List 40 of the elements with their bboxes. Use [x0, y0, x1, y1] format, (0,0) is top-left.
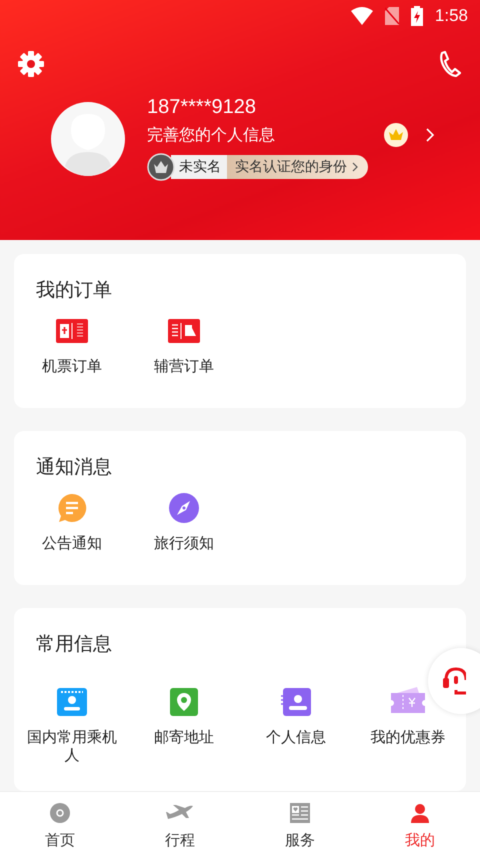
menu-item-label[interactable]: 邮寄地址 — [134, 728, 234, 746]
nav-tab[interactable]: 我的 — [360, 792, 480, 853]
menu-item-label[interactable]: 辅营订单 — [134, 357, 234, 375]
avatar-silhouette[interactable] — [51, 102, 125, 176]
headset-icon — [442, 666, 466, 696]
ticket-icon[interactable] — [56, 319, 88, 343]
settings-icon[interactable] — [17, 50, 45, 78]
nav-tab[interactable]: 首页 — [0, 792, 120, 853]
menu-item-label[interactable]: 公告通知 — [22, 534, 122, 552]
nav-tab[interactable]: 服务 — [240, 792, 360, 853]
contact-card-icon[interactable] — [281, 688, 311, 716]
chevron-right-icon[interactable] — [426, 128, 435, 142]
section-title: 我的订单 — [35, 278, 113, 302]
id-card-icon[interactable] — [57, 688, 87, 716]
receipt-icon[interactable] — [168, 319, 200, 343]
section-title: 常用信息 — [35, 632, 113, 656]
no-sim-icon — [384, 7, 399, 25]
wifi-icon — [350, 7, 373, 25]
nav-tab[interactable]: 行程 — [120, 792, 240, 853]
location-pin-icon[interactable] — [170, 688, 198, 716]
phone-number: 187****9128 — [147, 95, 257, 120]
newspaper-icon — [290, 802, 310, 822]
disc-icon — [49, 802, 71, 824]
menu-item-label[interactable]: 个人信息 — [246, 728, 346, 746]
menu-item-label[interactable]: 旅行须知 — [134, 534, 234, 552]
verification-status: 未实名 — [171, 155, 227, 179]
menu-item-label[interactable]: 国内常用乘机人 — [22, 728, 122, 764]
menu-item-label[interactable]: 机票订单 — [22, 357, 122, 375]
person-icon — [411, 802, 429, 822]
compass-icon[interactable] — [169, 493, 199, 523]
profile-prompt[interactable]: 完善您的个人信息 — [147, 124, 384, 146]
crown-badge-icon — [147, 153, 175, 181]
battery-icon — [410, 6, 423, 26]
phone-icon[interactable] — [439, 51, 461, 77]
verify-identity-link[interactable]: 实名认证您的身份 — [227, 155, 368, 179]
chevron-right-icon — [352, 162, 358, 172]
clock-time: 1:58 — [434, 6, 468, 26]
crown-icon — [384, 123, 408, 147]
menu-item-label[interactable]: 我的优惠券 — [358, 728, 458, 746]
section-title: 通知消息 — [35, 455, 113, 479]
